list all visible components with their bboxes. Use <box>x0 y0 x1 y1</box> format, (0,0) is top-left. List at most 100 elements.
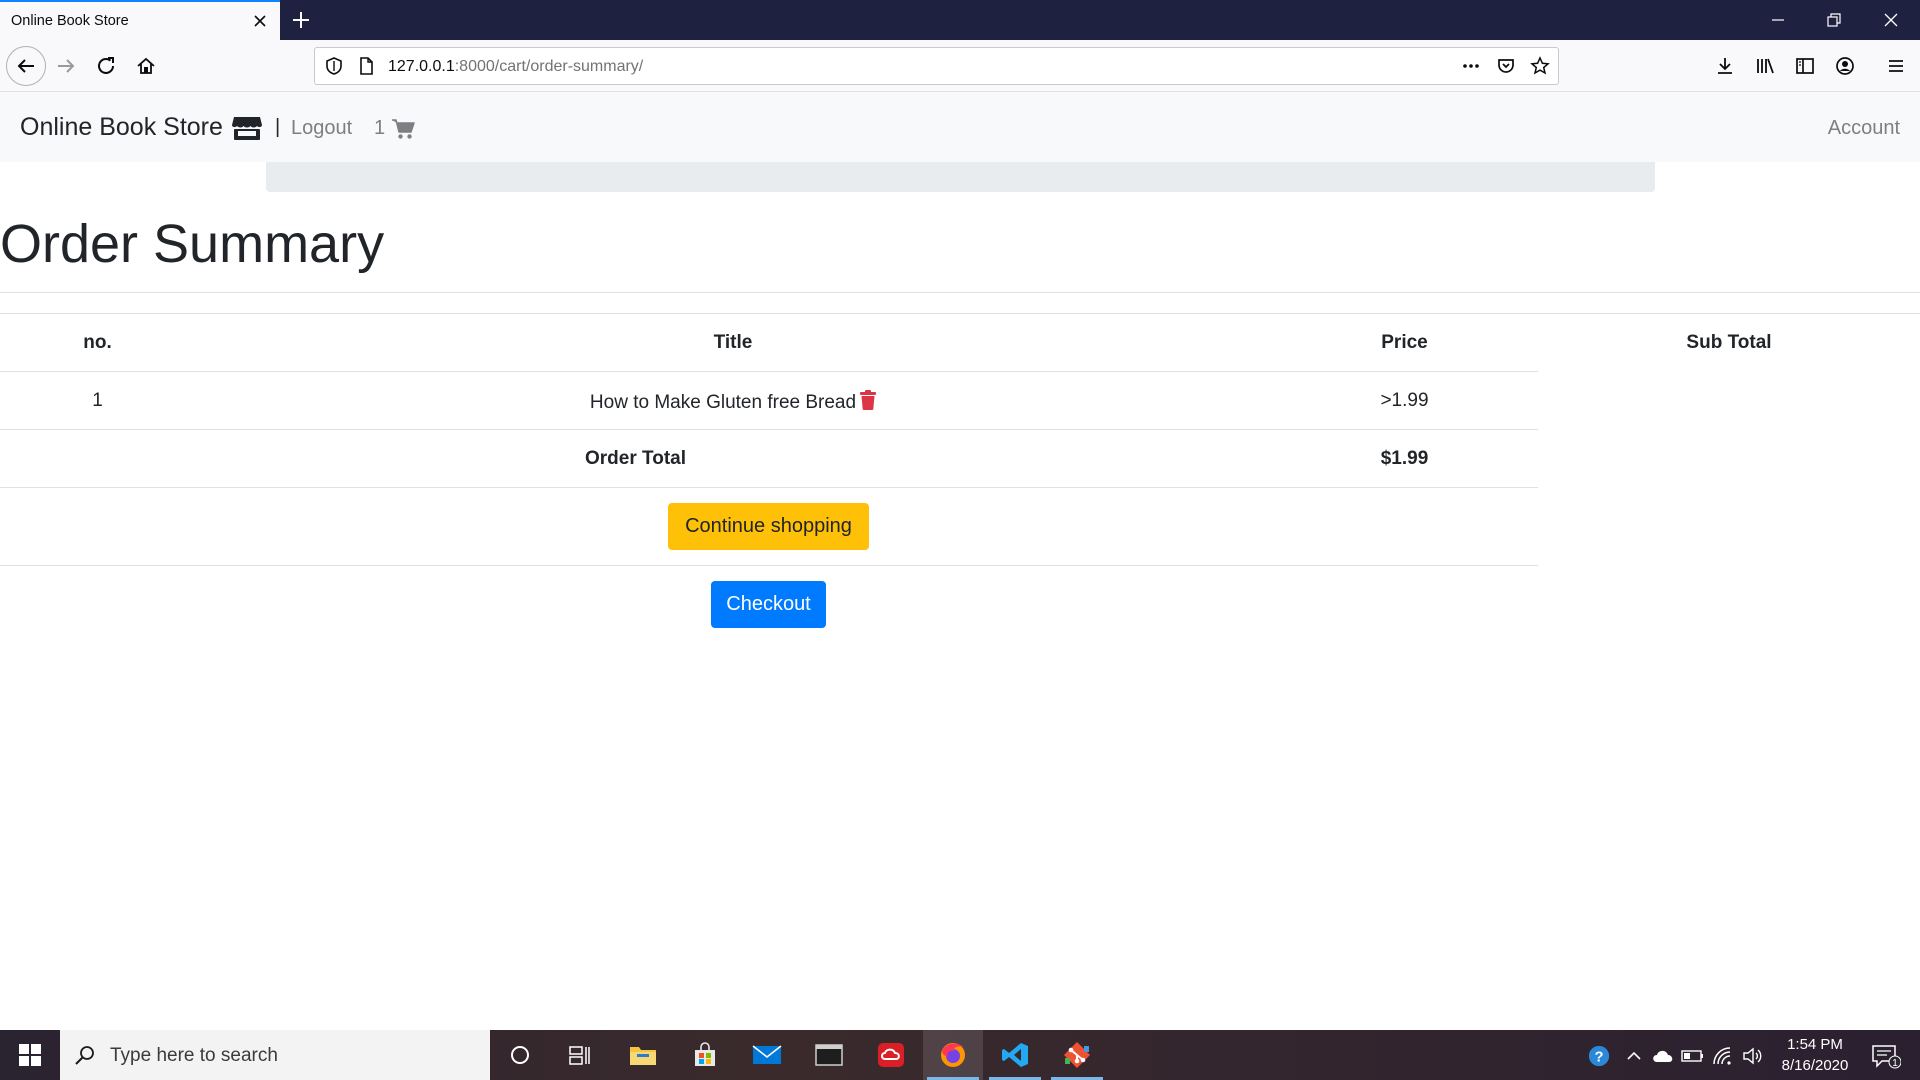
battery-icon <box>1681 1050 1703 1062</box>
order-total-label: Order Total <box>585 448 686 469</box>
title-divider <box>0 292 1920 293</box>
taskbar-clock[interactable]: 1:54 PM 8/16/2020 <box>1770 1034 1860 1076</box>
brand-name: Online Book Store <box>20 113 223 141</box>
home-button[interactable] <box>130 50 162 82</box>
order-total-value: $1.99 <box>1380 448 1429 469</box>
clock-time: 1:54 PM <box>1787 1036 1843 1053</box>
account-button[interactable] <box>1829 50 1861 82</box>
logout-link[interactable]: Logout <box>291 117 352 140</box>
shopping-cart-icon <box>392 118 415 139</box>
checkout-button[interactable]: Checkout <box>711 581 826 628</box>
creative-cloud-button[interactable] <box>861 1030 921 1080</box>
task-view-icon <box>569 1046 590 1065</box>
continue-shopping-button[interactable]: Continue shopping <box>668 503 869 550</box>
table-header-border <box>0 371 1538 372</box>
help-tray-button[interactable]: ? <box>1587 1044 1611 1068</box>
close-tab-icon[interactable] <box>250 11 270 31</box>
column-header-title: Title <box>713 332 753 353</box>
user-circle-icon <box>1836 57 1854 75</box>
browser-toolbar: 127.0.0.1:8000/cart/order-summary/ <box>0 40 1920 92</box>
search-icon <box>75 1046 94 1065</box>
new-tab-icon[interactable] <box>290 9 312 31</box>
library-button[interactable] <box>1749 50 1781 82</box>
mail-app-button[interactable] <box>737 1030 797 1080</box>
reload-icon <box>98 57 114 74</box>
git-app-button[interactable] <box>1047 1030 1107 1080</box>
account-link[interactable]: Account <box>1828 117 1900 140</box>
speaker-icon <box>1743 1047 1762 1065</box>
reload-button[interactable] <box>90 50 122 82</box>
search-placeholder: Type here to search <box>110 1045 278 1066</box>
url-host: 127.0.0.1 <box>388 58 455 75</box>
bookmark-star-icon[interactable] <box>1530 56 1550 76</box>
forward-button[interactable] <box>50 50 82 82</box>
more-actions-icon[interactable] <box>1461 56 1481 76</box>
page-info-icon[interactable] <box>356 56 376 76</box>
windows-taskbar: Type here to search ? 1:54 PM 8/16/2020 … <box>0 1030 1920 1080</box>
menu-button[interactable] <box>1880 50 1912 82</box>
vscode-icon <box>1002 1043 1028 1067</box>
notification-count: 1 <box>1892 1058 1898 1069</box>
cart-link[interactable]: 1 <box>374 117 415 140</box>
cortana-circle-icon <box>511 1046 529 1064</box>
hamburger-menu-icon <box>1889 60 1903 72</box>
network-tray-button[interactable] <box>1711 1044 1735 1068</box>
cloud-icon <box>1653 1050 1673 1062</box>
row-border <box>0 429 1538 430</box>
firefox-app-button[interactable] <box>923 1030 983 1080</box>
terminal-icon <box>815 1044 843 1066</box>
column-header-subtotal: Sub Total <box>1686 332 1772 353</box>
close-window-icon[interactable] <box>1881 10 1901 30</box>
forward-arrow-icon <box>58 59 75 73</box>
shield-icon[interactable] <box>324 56 344 76</box>
taskbar-search-box[interactable]: Type here to search <box>60 1030 490 1080</box>
row-title-cell: How to Make Gluten free Bread <box>195 390 1271 414</box>
url-text: 127.0.0.1:8000/cart/order-summary/ <box>388 58 643 76</box>
cortana-button[interactable] <box>490 1030 550 1080</box>
cart-count: 1 <box>374 117 386 139</box>
onedrive-tray-button[interactable] <box>1651 1044 1675 1068</box>
column-header-no: no. <box>83 332 112 353</box>
chevron-up-icon <box>1627 1051 1641 1060</box>
browser-tab-strip: Online Book Store <box>0 0 1920 40</box>
download-icon <box>1718 58 1732 74</box>
book-title: How to Make Gluten free Bread <box>589 392 857 413</box>
windows-logo-icon <box>19 1044 41 1066</box>
creative-cloud-icon <box>878 1043 904 1067</box>
brand-link[interactable]: Online Book Store <box>20 113 263 142</box>
site-navbar: Online Book Store | Logout 1 Account <box>0 92 1920 162</box>
messages-container <box>266 162 1655 192</box>
column-header-price: Price <box>1381 332 1428 353</box>
table-top-border <box>0 313 1920 314</box>
downloads-button[interactable] <box>1709 50 1741 82</box>
show-hidden-icons-button[interactable] <box>1622 1044 1646 1068</box>
notification-icon: 1 <box>1872 1045 1901 1069</box>
browser-tab[interactable]: Online Book Store <box>0 0 280 40</box>
vscode-app-button[interactable] <box>985 1030 1045 1080</box>
pocket-icon[interactable] <box>1496 56 1516 76</box>
store-app-button[interactable] <box>675 1030 735 1080</box>
volume-tray-button[interactable] <box>1741 1044 1765 1068</box>
mail-icon <box>752 1045 782 1064</box>
address-bar[interactable]: 127.0.0.1:8000/cart/order-summary/ <box>314 47 1559 85</box>
back-button[interactable] <box>6 46 46 86</box>
tab-title: Online Book Store <box>11 13 129 29</box>
continue-border <box>0 565 1538 566</box>
start-button[interactable] <box>0 1030 60 1080</box>
wifi-icon <box>1713 1047 1731 1065</box>
firefox-icon <box>941 1043 965 1067</box>
page-title: Order Summary <box>0 214 385 274</box>
file-explorer-button[interactable] <box>613 1030 673 1080</box>
nav-separator: | <box>275 116 281 138</box>
sidebar-button[interactable] <box>1789 50 1821 82</box>
trash-icon[interactable] <box>860 390 877 410</box>
git-icon <box>1064 1042 1090 1068</box>
minimize-icon[interactable] <box>1768 10 1788 30</box>
restore-icon[interactable] <box>1824 10 1844 30</box>
url-path: :8000/cart/order-summary/ <box>454 58 644 75</box>
terminal-app-button[interactable] <box>799 1030 859 1080</box>
battery-tray-button[interactable] <box>1681 1044 1705 1068</box>
help-icon: ? <box>1588 1045 1610 1067</box>
action-center-button[interactable]: 1 <box>1870 1044 1902 1069</box>
task-view-button[interactable] <box>550 1030 610 1080</box>
